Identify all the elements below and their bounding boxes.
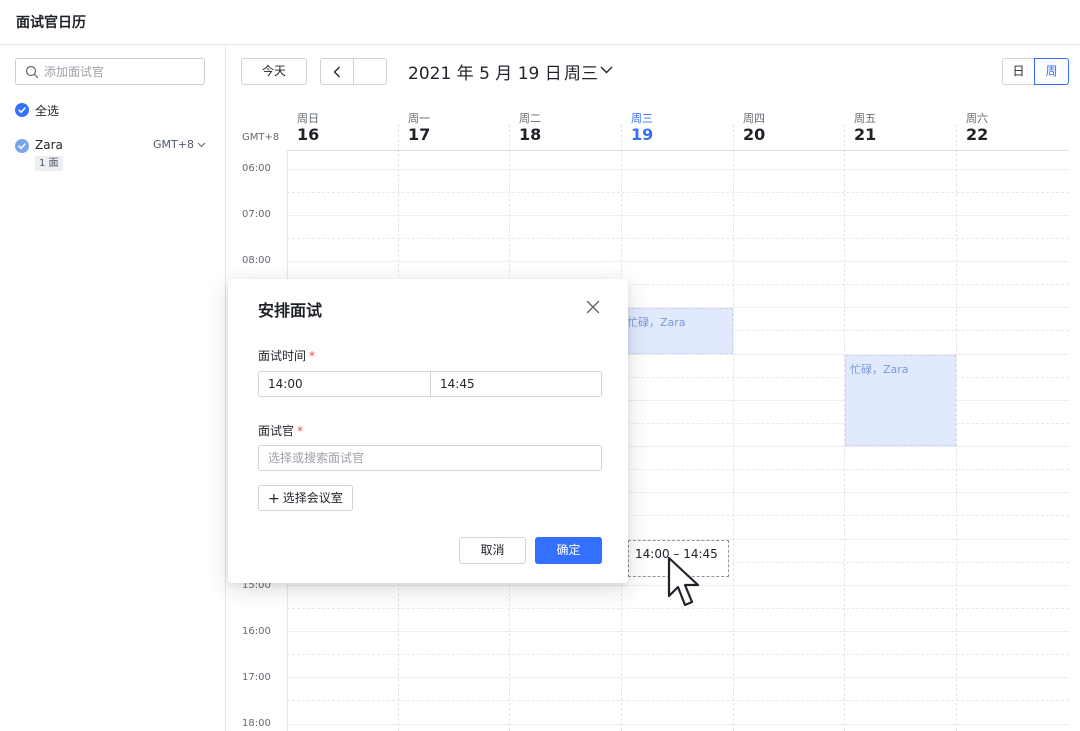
view-day-button[interactable]: 日 [1002,58,1035,85]
interview-count-badge: 1 面 [35,156,63,171]
day-of-week: 周日 [297,112,319,125]
chevron-down-icon [197,142,206,148]
time-label: 08:00 [242,255,271,266]
today-button[interactable]: 今天 [241,58,307,85]
day-of-week: 周二 [519,112,541,125]
plus-icon: + [268,491,280,507]
half-hour-line [287,192,1069,193]
search-icon [25,65,39,79]
half-hour-line [287,238,1069,239]
day-number: 18 [519,125,542,144]
mouse-pointer-icon [667,556,700,607]
day-of-week: 周一 [408,112,430,125]
header-divider [287,150,1069,151]
chevron-left-icon [333,66,340,78]
day-of-week: 周五 [854,112,876,125]
sidebar: 全选 Zara GMT+8 1 面 [0,45,226,731]
half-hour-line [287,700,1069,701]
hour-line [287,724,1069,725]
app-title: 面试官日历 [16,15,86,31]
chevron-down-icon[interactable] [600,66,613,74]
time-label: 18:00 [242,718,271,729]
calendar-timezone-label: GMT+8 [242,132,280,143]
day-number: 19 [631,125,654,144]
time-label: 06:00 [242,163,271,174]
select-room-label: 选择会议室 [282,491,343,505]
confirm-button[interactable]: 确定 [535,537,602,564]
select-all-checkbox[interactable] [15,103,29,117]
busy-event-label: 忙碌，Zara [850,363,909,376]
interviewer-search-box[interactable] [15,58,205,85]
busy-event-label: 忙碌，Zara [627,316,686,329]
weekday-picker[interactable]: 周三 [564,59,598,84]
required-mark: * [309,349,316,363]
day-number: 21 [854,125,877,144]
interviewer-select-input[interactable] [258,445,602,471]
hour-line [287,677,1069,678]
time-label: 07:00 [242,209,271,220]
view-week-button[interactable]: 周 [1034,58,1069,85]
interviewer-field-label-text: 面试官 [258,424,295,438]
time-field-label-text: 面试时间 [258,349,307,363]
hour-line [287,169,1069,170]
half-hour-line [287,654,1069,655]
day-number: 22 [966,125,989,144]
close-icon[interactable] [586,300,600,314]
next-week-button[interactable] [353,58,387,85]
day-number: 16 [297,125,320,144]
app-header: 面试官日历 [0,0,1080,45]
select-all-label[interactable]: 全选 [35,102,59,119]
hour-line [287,261,1069,262]
interviewer-field-label: 面试官 * [258,422,303,439]
day-of-week: 周六 [966,112,988,125]
time-label: 16:00 [242,626,271,637]
cancel-button[interactable]: 取消 [459,537,526,564]
day-of-week: 周四 [743,112,765,125]
timezone-value: GMT+8 [153,138,194,151]
end-time-input[interactable]: 14:45 [430,371,602,397]
busy-event[interactable]: 忙碌，Zara [845,355,956,446]
interviewer-search-input[interactable] [44,59,199,84]
check-icon [18,143,26,150]
busy-event[interactable]: 忙碌，Zara [622,308,733,354]
schedule-interview-dialog: 安排面试 面试时间* 14:00 14:45 面试官* +选择会议室 取消 确定 [228,279,628,583]
select-room-button[interactable]: + 选择会议室 [258,485,353,511]
time-field-label: 面试时间 * [258,347,315,364]
prev-week-button[interactable] [320,58,354,85]
hour-line [287,631,1069,632]
hour-line [287,215,1069,216]
check-icon [18,107,26,114]
dialog-title: 安排面试 [258,301,323,320]
day-number: 17 [408,125,431,144]
timezone-select[interactable]: GMT+8 [153,138,206,151]
required-mark: * [297,424,304,438]
current-date-title: 2021 年 5 月 19 日 [408,64,562,84]
interviewer-name: Zara [35,138,63,152]
time-label: 17:00 [242,672,271,683]
interviewer-checkbox-zara[interactable] [15,139,29,153]
day-of-week: 周三 [631,112,653,125]
day-number: 20 [743,125,766,144]
start-time-input[interactable]: 14:00 [258,371,431,397]
